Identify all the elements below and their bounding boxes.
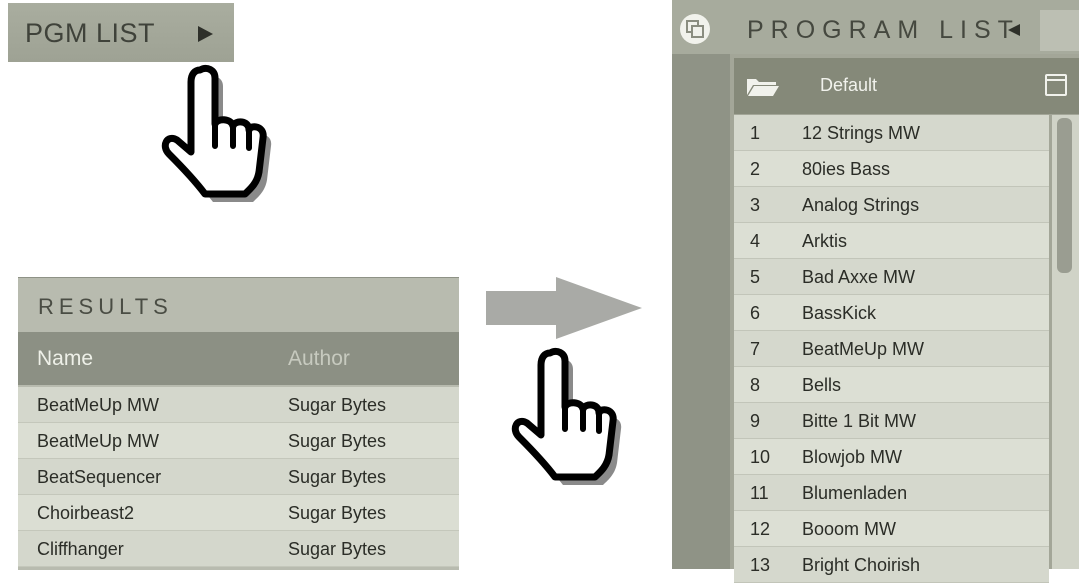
program-number: 11 [750,483,769,503]
program-list-topbar: PROGRAM LIST [672,0,1079,54]
list-item[interactable]: 9 Bitte 1 Bit MW [734,403,1049,439]
program-number: 13 [750,555,771,575]
list-item[interactable]: 2 80ies Bass [734,151,1049,187]
list-item[interactable]: 3 Analog Strings [734,187,1049,223]
pointing-hand-icon [511,347,622,485]
table-row[interactable]: BeatMeUp MW Sugar Bytes [18,423,459,459]
list-item[interactable]: 6 BassKick [734,295,1049,331]
right-arrow-icon [486,277,642,339]
list-item[interactable]: 4 Arktis [734,223,1049,259]
program-name: Bright Choirish [802,555,921,575]
pgm-list-button[interactable]: PGM LIST [8,3,234,62]
save-icon[interactable] [1045,74,1067,96]
result-name: BeatMeUp MW [37,431,160,451]
results-title: RESULTS [38,294,173,319]
program-name: Bitte 1 Bit MW [802,411,917,431]
program-number: 7 [750,339,761,359]
program-name: Blowjob MW [802,447,903,467]
list-item[interactable]: 13 Bright Choirish [734,547,1049,583]
column-header-name[interactable]: Name [37,347,93,371]
program-number: 2 [750,159,761,179]
list-item[interactable]: 12 Booom MW [734,511,1049,547]
pointing-hand-icon [161,64,272,202]
result-name: BeatMeUp MW [37,395,160,415]
list-item[interactable]: 1 12 Strings MW [734,115,1049,151]
program-number: 6 [750,303,761,323]
program-list: 1 12 Strings MW 2 80ies Bass 3 Analog Strin… [734,115,1049,583]
program-name: Bells [802,375,842,395]
result-name: BeatSequencer [37,467,162,487]
result-author: Sugar Bytes [288,467,387,487]
back-triangle-icon[interactable] [1008,24,1020,36]
program-name: BeatMeUp MW [802,339,925,359]
list-item[interactable]: 7 BeatMeUp MW [734,331,1049,367]
folder-bar: Default [734,58,1079,114]
list-item[interactable]: 10 Blowjob MW [734,439,1049,475]
result-name: Cliffhanger [37,539,124,559]
result-author: Sugar Bytes [288,395,387,415]
table-row[interactable]: Cliffhanger Sugar Bytes [18,531,459,567]
program-name: Booom MW [802,519,897,539]
program-name: Blumenladen [802,483,908,503]
program-name: BassKick [802,303,877,323]
program-name: Bad Axxe MW [802,267,916,287]
pgm-list-label: PGM LIST [25,18,156,48]
program-number: 8 [750,375,761,395]
results-panel: RESULTS Name Author BeatMeUp MW Sugar By… [18,277,459,570]
program-number: 5 [750,267,761,287]
program-name: Analog Strings [802,195,920,215]
program-name: Arktis [802,231,847,251]
program-list-title: PROGRAM LIST [747,16,1020,44]
program-number: 12 [750,519,771,539]
program-number: 1 [750,123,761,143]
result-author: Sugar Bytes [288,503,387,523]
program-number: 9 [750,411,761,431]
table-row[interactable]: BeatSequencer Sugar Bytes [18,459,459,495]
result-name: Choirbeast2 [37,503,135,523]
program-name: 12 Strings MW [802,123,921,143]
program-number: 3 [750,195,761,215]
window-icon[interactable] [680,14,710,44]
left-strip [672,54,730,569]
list-item[interactable]: 8 Bells [734,367,1049,403]
side-panel-block [1040,10,1079,51]
column-header-author[interactable]: Author [288,347,350,371]
program-list-panel: PROGRAM LIST Default 1 12 Strings MW 2 80i… [672,0,1079,583]
table-row[interactable]: Choirbeast2 Sugar Bytes [18,495,459,531]
folder-name[interactable]: Default [820,75,877,96]
result-author: Sugar Bytes [288,539,387,559]
results-header: Name Author [18,332,459,385]
program-name: 80ies Bass [802,159,891,179]
list-item[interactable]: 11 Blumenladen [734,475,1049,511]
result-author: Sugar Bytes [288,431,387,451]
list-item[interactable]: 5 Bad Axxe MW [734,259,1049,295]
scrollbar-thumb[interactable] [1057,118,1072,273]
play-triangle-icon [198,26,213,42]
program-number: 4 [750,231,761,251]
program-number: 10 [750,447,771,467]
table-row[interactable]: BeatMeUp MW Sugar Bytes [18,387,459,423]
folder-icon[interactable] [746,77,780,97]
